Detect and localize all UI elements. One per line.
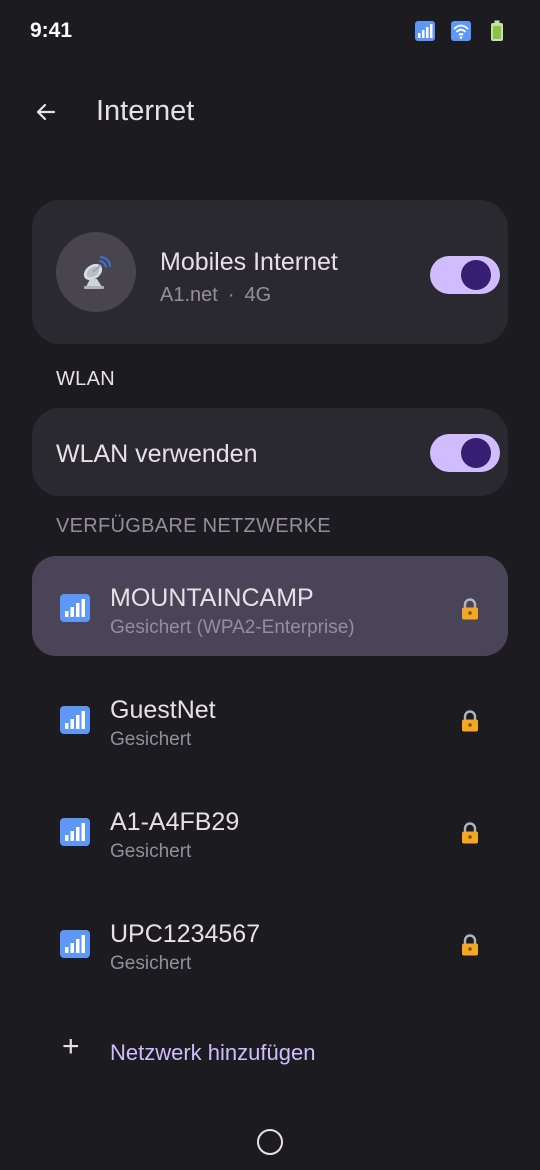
network-status: Gesichert (WPA2-Enterprise)	[110, 617, 355, 638]
network-row-mountaincamp[interactable]: MOUNTAINCAMP Gesichert (WPA2-Enterprise)	[32, 556, 508, 656]
network-status: Gesichert	[110, 729, 192, 750]
mobile-internet-title: Mobiles Internet	[160, 248, 338, 276]
network-name: GuestNet	[110, 696, 216, 724]
network-row-a1-a4fb29[interactable]: A1-A4FB29 Gesichert	[32, 780, 508, 880]
carrier-name: A1.net	[160, 284, 218, 306]
arrow-back-icon	[36, 103, 56, 121]
top-app-bar: Internet	[0, 80, 540, 144]
add-network-button[interactable]: + Netzwerk hinzufügen	[56, 1028, 496, 1078]
satellite-dish-icon	[56, 232, 136, 312]
back-button[interactable]	[26, 92, 66, 132]
battery-icon	[486, 20, 508, 42]
network-status: Gesichert	[110, 841, 192, 862]
network-name: A1-A4FB29	[110, 808, 240, 836]
network-status: Gesichert	[110, 953, 192, 974]
home-button[interactable]	[257, 1129, 283, 1155]
toggle-thumb	[461, 438, 491, 468]
internet-settings-screen: 9:41 Internet Mobiles Internet A1.net · …	[0, 0, 540, 1170]
subtitle-separator: ·	[227, 284, 235, 306]
wifi-signal-icon	[60, 594, 90, 622]
network-type: 4G	[244, 284, 272, 306]
wlan-use-label: WLAN verwenden	[56, 440, 258, 468]
wlan-toggle[interactable]	[430, 434, 500, 472]
mobile-internet-card[interactable]: Mobiles Internet A1.net · 4G	[32, 200, 508, 344]
plus-icon: +	[62, 1030, 80, 1063]
wifi-signal-icon	[60, 930, 90, 958]
lock-icon	[462, 710, 478, 732]
wifi-icon	[450, 20, 472, 42]
wifi-signal-icon	[60, 818, 90, 846]
mobile-internet-subtitle: A1.net · 4G	[160, 284, 271, 307]
wlan-toggle-card[interactable]: WLAN verwenden	[32, 408, 508, 496]
status-icons	[414, 20, 508, 42]
lock-icon	[462, 598, 478, 620]
available-networks-label: VERFÜGBARE NETZWERKE	[56, 515, 331, 537]
mobile-internet-toggle[interactable]	[430, 256, 500, 294]
status-time: 9:41	[30, 19, 73, 42]
lock-icon	[462, 822, 478, 844]
toggle-thumb	[461, 260, 491, 290]
network-row-guestnet[interactable]: GuestNet Gesichert	[32, 668, 508, 768]
status-bar: 9:41	[0, 0, 540, 64]
wlan-section-label: WLAN	[56, 368, 115, 390]
signal-icon	[414, 20, 436, 42]
network-name: UPC1234567	[110, 920, 261, 948]
add-network-label: Netzwerk hinzufügen	[110, 1040, 316, 1065]
lock-icon	[462, 934, 478, 956]
network-name: MOUNTAINCAMP	[110, 584, 314, 612]
page-title: Internet	[96, 95, 195, 127]
wifi-signal-icon	[60, 706, 90, 734]
network-row-upc1234567[interactable]: UPC1234567 Gesichert	[32, 892, 508, 992]
